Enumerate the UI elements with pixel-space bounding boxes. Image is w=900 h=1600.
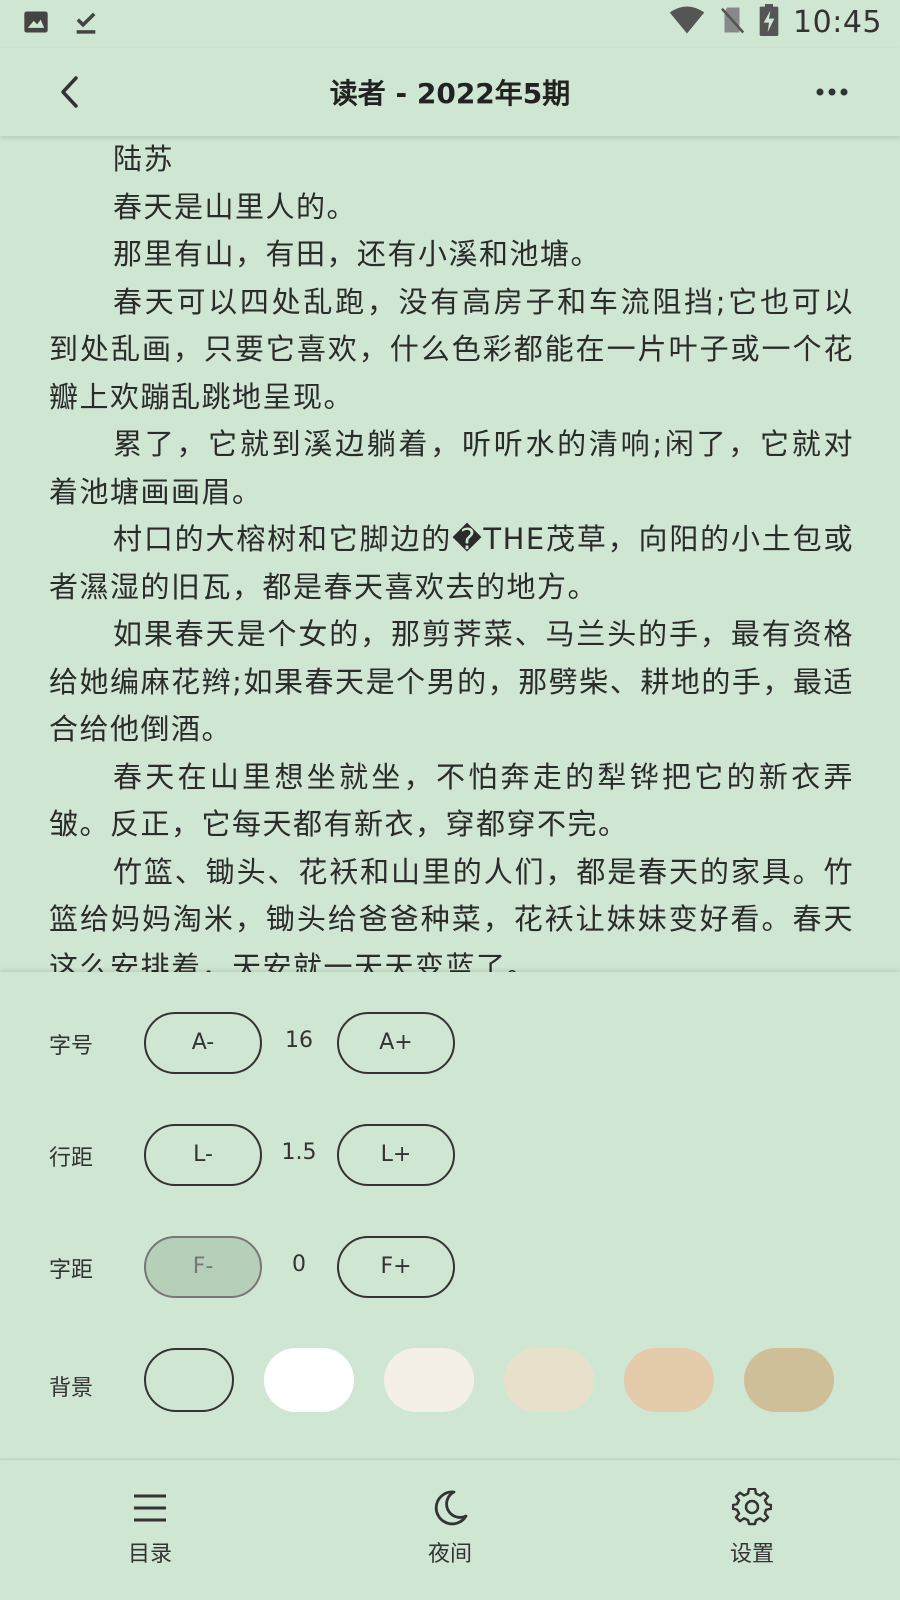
letter-spacing-value: 0 <box>292 1252 306 1277</box>
line-spacing-increase-button[interactable]: L+ <box>337 1124 455 1186</box>
article-paragraph: 竹篮、锄头、花袄和山里的人们，都是春天的家具。竹篮给妈妈淘米，锄头给爸爸种菜，花… <box>49 854 854 973</box>
bottom-navigation: 目录 夜间 设置 <box>0 1460 900 1600</box>
settings-button[interactable]: 设置 <box>692 1480 812 1590</box>
article-content: 陆苏 春天是山里人的。 那里有山，有田，还有小溪和池塘。 春天可以四处乱跑，没有… <box>49 136 854 972</box>
more-horizontal-icon <box>804 88 860 120</box>
no-sim-icon <box>719 5 745 39</box>
status-bar: 10:45 <box>0 0 900 48</box>
image-icon <box>22 8 50 40</box>
background-label: 背景 <box>49 1376 94 1401</box>
article-paragraph: 春天是山里人的。 <box>113 189 358 224</box>
font-size-row: 字号 A- 16 A+ <box>0 1012 900 1076</box>
settings-label: 设置 <box>729 1542 774 1567</box>
letter-spacing-label: 字距 <box>49 1258 94 1283</box>
gear-icon <box>731 1487 773 1528</box>
background-swatch-khaki[interactable] <box>744 1348 834 1412</box>
background-swatch-cream[interactable] <box>384 1348 474 1412</box>
font-size-increase-button[interactable]: A+ <box>337 1012 455 1074</box>
line-spacing-decrease-button[interactable]: L- <box>144 1124 262 1186</box>
night-mode-button[interactable]: 夜间 <box>390 1480 510 1590</box>
background-swatch-white[interactable] <box>264 1348 354 1412</box>
line-spacing-row: 行距 L- 1.5 L+ <box>0 1124 900 1188</box>
font-size-value: 16 <box>285 1028 313 1053</box>
article-paragraph: 累了，它就到溪边躺着，听听水的清响;闲了，它就对着池塘画画眉。 <box>49 427 854 509</box>
line-spacing-value: 1.5 <box>281 1140 317 1165</box>
font-size-decrease-button[interactable]: A- <box>144 1012 262 1074</box>
menu-list-icon <box>130 1488 170 1528</box>
article-paragraph: 如果春天是个女的，那剪荠菜、马兰头的手，最有资格给她编麻花辫;如果春天是个男的，… <box>49 617 854 746</box>
reader-settings-panel: 字号 A- 16 A+ 行距 L- 1.5 L+ 字距 F- 0 F+ 背景 <box>0 972 900 1460</box>
toc-label: 目录 <box>127 1542 172 1567</box>
background-swatch-tan[interactable] <box>624 1348 714 1412</box>
line-spacing-label: 行距 <box>49 1146 94 1171</box>
download-done-icon <box>72 8 100 40</box>
more-button[interactable] <box>804 68 860 116</box>
app-bar: 读者 - 2022年5期 <box>0 48 900 136</box>
battery-charging-icon <box>759 4 779 40</box>
article-paragraph: 陆苏 <box>113 142 175 176</box>
article-paragraph: 那里有山，有田，还有小溪和池塘。 <box>113 237 602 271</box>
background-row: 背景 <box>0 1348 900 1414</box>
wifi-icon <box>669 5 705 39</box>
letter-spacing-row: 字距 F- 0 F+ <box>0 1236 900 1300</box>
night-mode-label: 夜间 <box>427 1542 472 1567</box>
font-size-label: 字号 <box>49 1034 94 1059</box>
background-swatch-green[interactable] <box>144 1348 234 1412</box>
letter-spacing-decrease-button[interactable]: F- <box>144 1236 262 1298</box>
article-paragraph: 春天可以四处乱跑，没有高房子和车流阻挡;它也可以到处乱画，只要它喜欢，什么色彩都… <box>49 284 854 414</box>
page-title: 读者 - 2022年5期 <box>329 77 571 110</box>
background-swatch-beige[interactable] <box>504 1348 594 1412</box>
letter-spacing-increase-button[interactable]: F+ <box>337 1236 455 1298</box>
clock: 10:45 <box>793 4 882 40</box>
article-paragraph: 村口的大榕树和它脚边的�THE茂草，向阳的小土包或者濕湿的旧瓦，都是春天喜欢去的… <box>49 522 854 604</box>
toc-button[interactable]: 目录 <box>90 1480 210 1590</box>
moon-icon <box>430 1488 470 1528</box>
article-paragraph: 春天在山里想坐就坐，不怕奔走的犁铧把它的新衣弄皱。反正，它每天都有新衣，穿都穿不… <box>49 759 854 842</box>
